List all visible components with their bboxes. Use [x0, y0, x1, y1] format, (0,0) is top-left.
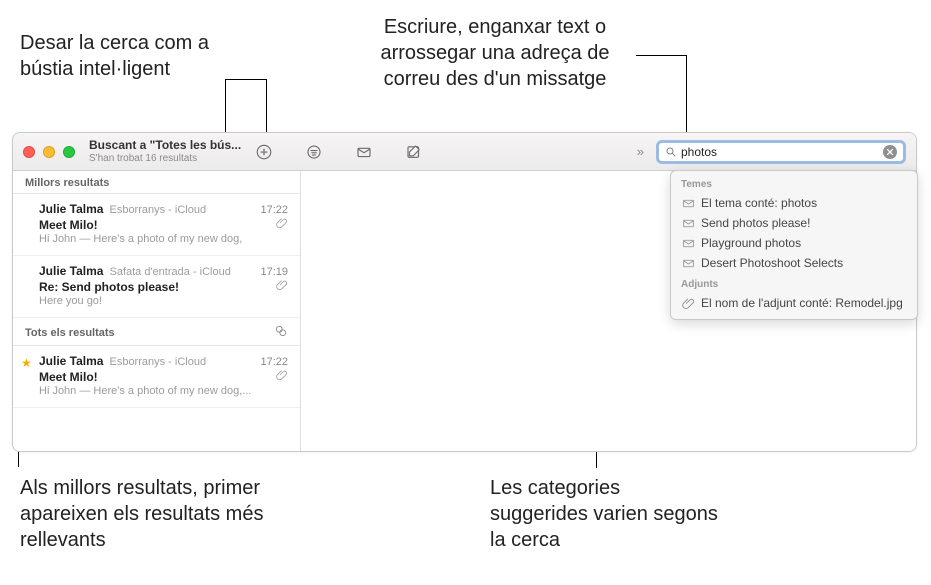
message-preview: Hi John — Here's a photo of my new dog,.…	[39, 385, 288, 397]
compose-icon	[405, 143, 423, 161]
suggestion-item[interactable]: El nom de l'adjunt conté: Remodel.jpg	[671, 293, 917, 313]
section-label: Millors resultats	[25, 177, 109, 189]
suggestion-item[interactable]: Playground photos	[671, 233, 917, 253]
envelope-icon	[681, 196, 695, 210]
callout-best-first: Als millors resultats, primer apareixen …	[20, 475, 280, 553]
filter-button[interactable]	[299, 140, 329, 164]
callout-line	[686, 55, 687, 139]
message-row[interactable]: Julie Talma Safata d'entrada - iCloud 17…	[13, 256, 300, 318]
attachment-icon	[276, 369, 288, 384]
minimize-window-button[interactable]	[43, 146, 55, 158]
callout-save-smart: Desar la cerca com a bústia intel·ligent	[20, 30, 230, 82]
title-block: Buscant a "Totes les bús... S'han trobat…	[89, 139, 241, 163]
suggestions-attachments-header: Adjunts	[671, 277, 917, 293]
suggestion-label: El tema conté: photos	[701, 196, 817, 210]
plus-circle-icon	[255, 143, 273, 161]
x-icon	[886, 148, 894, 156]
suggestions-topics-header: Temes	[671, 177, 917, 193]
message-subject: Re: Send photos please!	[39, 280, 179, 294]
filter-icon	[305, 143, 323, 161]
message-folder: Esborranys - iCloud	[109, 204, 254, 216]
envelope-icon	[681, 216, 695, 230]
overflow-chevrons[interactable]: »	[637, 144, 644, 159]
message-list[interactable]: Millors resultats Julie Talma Esborranys…	[13, 171, 301, 451]
suggestion-label: Send photos please!	[701, 216, 810, 230]
message-time: 17:22	[260, 356, 288, 368]
message-sender: Julie Talma	[39, 264, 103, 278]
suggestion-item[interactable]: El tema conté: photos	[671, 193, 917, 213]
message-subject: Meet Milo!	[39, 370, 98, 384]
search-field[interactable]	[656, 140, 906, 164]
toolbar: Buscant a "Totes les bús... S'han trobat…	[13, 133, 916, 171]
clear-search-button[interactable]	[883, 145, 897, 159]
section-best-results: Millors resultats	[13, 171, 300, 194]
suggestion-label: Desert Photoshoot Selects	[701, 256, 843, 270]
section-all-results: Tots els resultats	[13, 318, 300, 346]
message-folder: Esborranys - iCloud	[109, 356, 254, 368]
window-title: Buscant a "Totes les bús...	[89, 139, 241, 152]
suggestion-item[interactable]: Desert Photoshoot Selects	[671, 253, 917, 273]
refresh-icon[interactable]	[274, 324, 288, 341]
star-icon[interactable]: ★	[21, 356, 32, 370]
zoom-window-button[interactable]	[63, 146, 75, 158]
message-row[interactable]: Julie Talma Esborranys - iCloud 17:22 Me…	[13, 194, 300, 256]
search-input[interactable]	[677, 145, 883, 159]
envelope-icon	[681, 236, 695, 250]
callout-line	[225, 80, 226, 132]
message-preview: Hi John — Here's a photo of my new dog,	[39, 233, 288, 245]
close-window-button[interactable]	[23, 146, 35, 158]
message-sender: Julie Talma	[39, 354, 103, 368]
window-subtitle: S'han trobat 16 resultats	[89, 153, 241, 164]
section-label: Tots els resultats	[25, 327, 115, 339]
message-preview: Here you go!	[39, 295, 288, 307]
message-subject: Meet Milo!	[39, 218, 98, 232]
callout-line	[636, 55, 686, 56]
callout-line	[225, 79, 266, 80]
save-smart-mailbox-button[interactable]	[249, 140, 279, 164]
envelope-icon	[681, 256, 695, 270]
attachment-icon	[276, 279, 288, 294]
compose-button[interactable]	[399, 140, 429, 164]
envelope-icon	[355, 143, 373, 161]
paperclip-icon	[681, 296, 695, 310]
message-folder: Safata d'entrada - iCloud	[109, 266, 254, 278]
callout-line	[266, 79, 267, 139]
message-row[interactable]: ★ Julie Talma Esborranys - iCloud 17:22 …	[13, 346, 300, 408]
message-time: 17:22	[260, 204, 288, 216]
message-sender: Julie Talma	[39, 202, 103, 216]
suggestion-label: El nom de l'adjunt conté: Remodel.jpg	[701, 296, 903, 310]
message-time: 17:19	[260, 266, 288, 278]
search-icon	[665, 146, 677, 158]
callout-type-paste: Escriure, enganxar text o arrossegar una…	[350, 14, 640, 92]
suggestion-label: Playground photos	[701, 236, 801, 250]
mail-button[interactable]	[349, 140, 379, 164]
search-suggestions-dropdown: Temes El tema conté: photos Send photos …	[670, 170, 918, 320]
window-controls	[23, 146, 75, 158]
suggestion-item[interactable]: Send photos please!	[671, 213, 917, 233]
callout-categories: Les categories suggerides varien segons …	[490, 475, 720, 553]
attachment-icon	[276, 217, 288, 232]
